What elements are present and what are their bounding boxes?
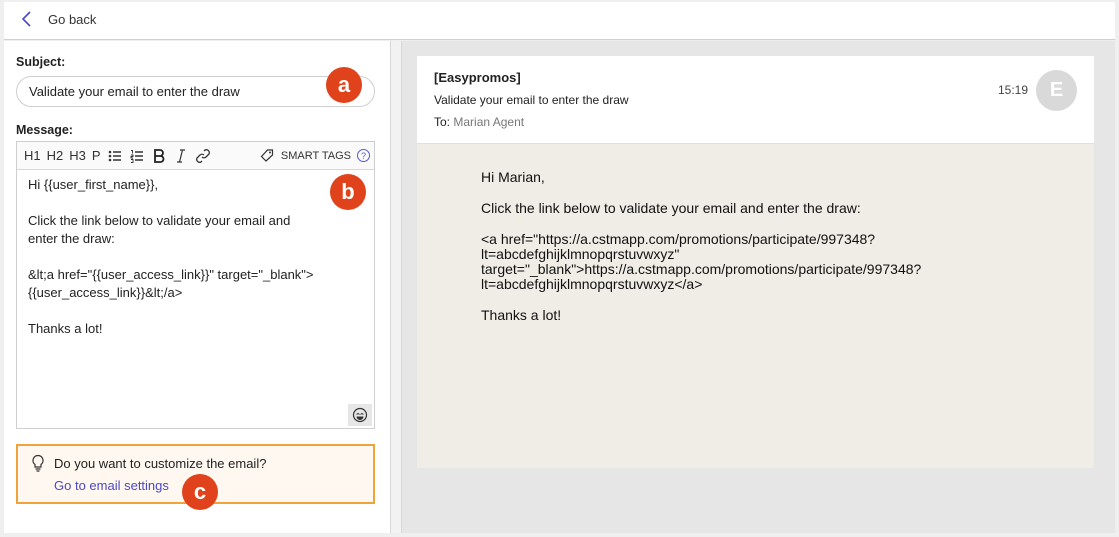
tip-question-row: Do you want to customize the email? — [30, 454, 361, 472]
tag-icon — [260, 149, 274, 162]
chevron-left-icon — [21, 11, 31, 27]
smart-tags-label: SMART TAGS — [280, 149, 351, 162]
bold-button[interactable] — [148, 146, 170, 166]
email-time: 15:19 — [997, 83, 1028, 97]
heading2-button[interactable]: H2 — [44, 148, 67, 163]
heading3-button[interactable]: H3 — [66, 148, 89, 163]
link-button[interactable] — [192, 146, 214, 166]
to-label: To: — [434, 115, 451, 129]
tip-question: Do you want to customize the email? — [54, 455, 267, 471]
email-link-line: <a href="https://a.cstmapp.com/promotion… — [481, 231, 876, 247]
italic-icon — [176, 148, 185, 163]
message-line: {{user_access_link}}&lt;/a> — [28, 285, 183, 300]
callout-badge-a: a — [326, 67, 362, 103]
bold-icon — [153, 148, 164, 163]
email-subject: Validate your email to enter the draw — [434, 93, 629, 107]
email-preview: [Easypromos] Validate your email to ente… — [417, 56, 1094, 468]
message-editor: H1 H2 H3 P SMART TAGS ? Hi {{user_first_… — [16, 141, 375, 429]
message-line: Thanks a lot! — [28, 321, 103, 336]
email-header: [Easypromos] Validate your email to ente… — [417, 56, 1094, 144]
callout-badge-b: b — [330, 174, 366, 210]
go-back-label: Go back — [48, 11, 97, 27]
message-line — [28, 194, 363, 212]
email-body: Hi Marian, Click the link below to valid… — [481, 170, 981, 339]
emoji-button[interactable] — [348, 404, 372, 426]
help-icon[interactable]: ? — [357, 149, 370, 162]
avatar: E — [1036, 70, 1077, 111]
smart-tags-button[interactable]: SMART TAGS ? — [260, 148, 374, 163]
top-bar: Go back — [4, 2, 1115, 40]
email-link-line: lt=abcdefghijklmnopqrstuvwxyz</a> — [481, 276, 703, 292]
bullet-list-icon — [108, 150, 121, 161]
message-line — [28, 302, 363, 320]
editor-toolbar: H1 H2 H3 P SMART TAGS ? — [17, 142, 374, 170]
paragraph-button[interactable]: P — [89, 148, 104, 163]
link-icon — [195, 148, 210, 163]
lightbulb-icon — [32, 454, 44, 472]
email-link-line: target="_blank">https://a.cstmapp.com/pr… — [481, 261, 922, 277]
email-link-block: <a href="https://a.cstmapp.com/promotion… — [481, 232, 981, 292]
email-preview-panel: [Easypromos] Validate your email to ente… — [402, 41, 1115, 533]
numbered-list-icon — [130, 149, 143, 163]
subject-label: Subject: — [16, 55, 66, 69]
panel-divider[interactable] — [390, 41, 402, 533]
bullet-list-button[interactable] — [104, 146, 126, 166]
emoji-icon — [352, 407, 368, 423]
numbered-list-button[interactable] — [126, 146, 148, 166]
email-closing: Thanks a lot! — [481, 307, 562, 323]
email-link-line: lt=abcdefghijklmnopqrstuvwxyz" — [481, 246, 680, 262]
heading1-button[interactable]: H1 — [21, 148, 44, 163]
email-greeting: Hi Marian, — [481, 169, 545, 185]
email-form-panel: Subject: a Message: H1 H2 H3 P — [4, 41, 390, 533]
message-label: Message: — [16, 123, 73, 137]
recipient-name: Marian Agent — [453, 115, 525, 129]
email-recipient: To: Marian Agent — [434, 115, 524, 129]
app-frame: Go back Subject: a Message: H1 H2 H3 P — [0, 0, 1119, 537]
message-line: &lt;a href="{{user_access_link}}" target… — [28, 267, 314, 282]
go-back-button[interactable]: Go back — [20, 10, 96, 28]
italic-button[interactable] — [170, 146, 192, 166]
message-line — [28, 248, 363, 266]
message-line: Hi {{user_first_name}}, — [28, 177, 159, 192]
callout-badge-c: c — [182, 474, 218, 510]
message-textarea[interactable]: Hi {{user_first_name}}, Click the link b… — [17, 170, 374, 344]
message-line: Click the link below to validate your em… — [28, 213, 291, 228]
email-sender: [Easypromos] — [434, 70, 521, 85]
email-instruction: Click the link below to validate your em… — [481, 200, 861, 216]
subject-input[interactable] — [16, 76, 375, 107]
message-line: enter the draw: — [28, 231, 115, 246]
